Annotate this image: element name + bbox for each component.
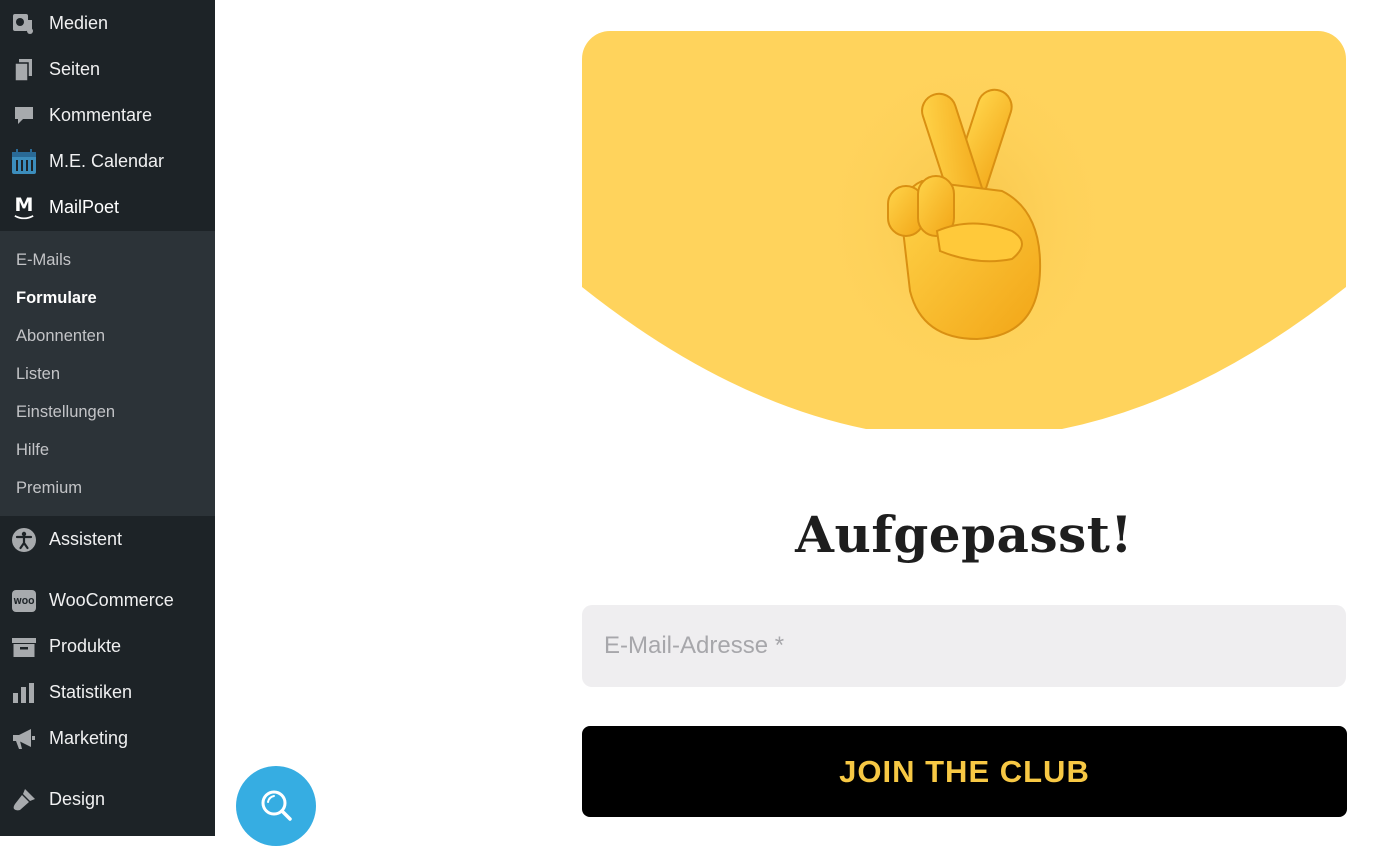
sidebar-item-products[interactable]: Produkte [0, 627, 215, 667]
sidebar-item-label: WooCommerce [49, 590, 174, 610]
submenu-item-settings[interactable]: Einstellungen [16, 403, 115, 422]
search-fab-button[interactable] [236, 766, 316, 846]
sidebar-item-woocommerce[interactable]: WOO WooCommerce [0, 581, 215, 621]
sidebar-item-label: Marketing [49, 728, 129, 748]
sidebar-item-assistant[interactable]: Assistent [0, 520, 215, 560]
submenu-item-emails[interactable]: E-Mails [16, 251, 71, 270]
sidebar-item-label: Statistiken [49, 682, 133, 702]
submenu-item-help[interactable]: Hilfe [16, 441, 49, 460]
comments-icon [11, 104, 37, 128]
accessibility-icon [11, 528, 37, 552]
sidebar-item-comments[interactable]: Kommentare [0, 96, 215, 136]
crossed-fingers-icon [882, 81, 1052, 351]
woo-badge-text: WOO [13, 596, 35, 606]
sidebar-item-marketing[interactable]: Marketing [0, 719, 215, 759]
form-hero-banner [582, 31, 1346, 429]
bar-chart-icon [11, 681, 37, 705]
admin-sidebar: Medien Seiten Kommentare M.E. Calendar M… [0, 0, 215, 836]
sidebar-item-label: Assistent [49, 529, 123, 549]
search-icon [261, 790, 292, 821]
sidebar-item-label: Design [49, 789, 106, 809]
sidebar-item-media[interactable]: Medien [0, 4, 215, 44]
sidebar-item-pages[interactable]: Seiten [0, 50, 215, 90]
mailpoet-logo-letter: M [14, 194, 34, 216]
sidebar-item-label: Produkte [49, 636, 122, 656]
pages-icon [11, 58, 37, 82]
join-club-button[interactable]: JOIN THE CLUB [582, 726, 1347, 817]
archive-icon [11, 635, 37, 659]
sidebar-item-statistics[interactable]: Statistiken [0, 673, 215, 713]
mailpoet-icon: M [11, 196, 37, 220]
form-title: Aufgepasst! [795, 505, 1133, 564]
submenu-item-subscribers[interactable]: Abonnenten [16, 327, 105, 346]
email-input[interactable] [582, 605, 1346, 687]
sidebar-item-label: Medien [49, 13, 109, 33]
sidebar-item-mailpoet[interactable]: M MailPoet [0, 188, 215, 228]
sidebar-item-label: Kommentare [49, 105, 153, 125]
brush-icon [11, 788, 37, 812]
submenu-item-lists[interactable]: Listen [16, 365, 60, 384]
woocommerce-icon: WOO [11, 589, 37, 613]
submenu-item-premium[interactable]: Premium [16, 479, 82, 498]
sidebar-item-label: M.E. Calendar [49, 151, 165, 171]
sidebar-item-calendar[interactable]: M.E. Calendar [0, 142, 215, 182]
media-icon [11, 12, 37, 36]
sidebar-item-design[interactable]: Design [0, 780, 215, 820]
submenu-item-forms[interactable]: Formulare [16, 289, 97, 308]
megaphone-icon [11, 727, 37, 751]
mailpoet-submenu: E-Mails Formulare Abonnenten Listen Eins… [0, 231, 215, 516]
sidebar-item-label: Seiten [49, 59, 101, 79]
sidebar-item-label: MailPoet [49, 197, 120, 217]
calendar-icon [11, 149, 37, 174]
